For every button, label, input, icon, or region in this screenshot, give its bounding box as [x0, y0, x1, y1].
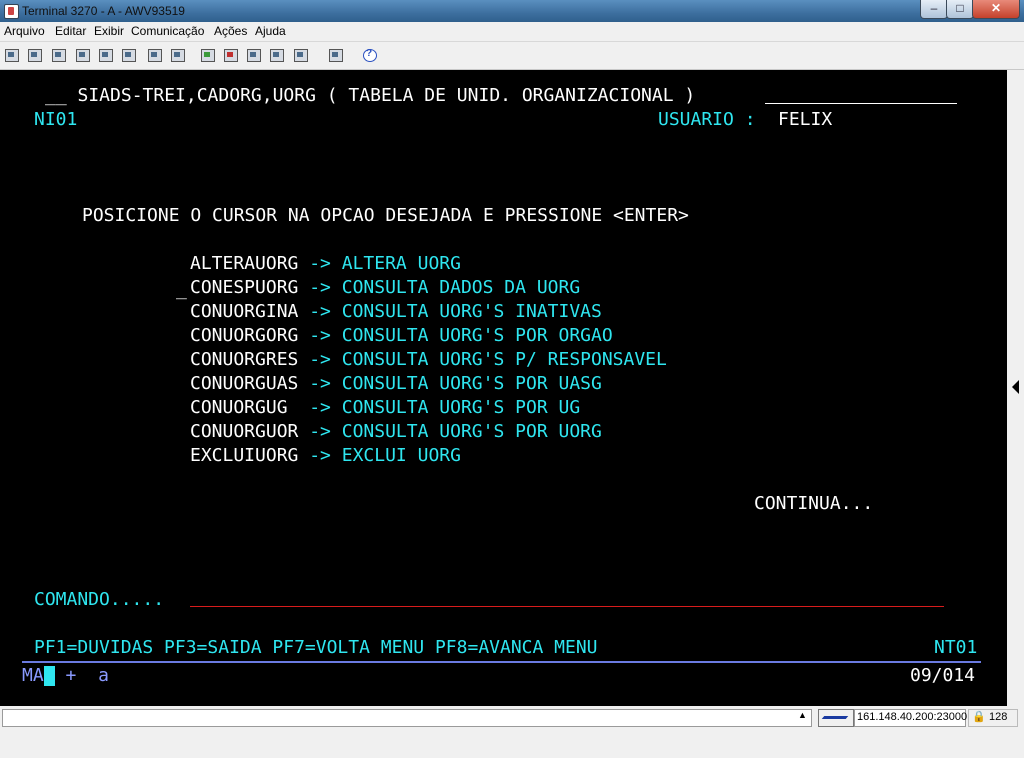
window-title: Terminal 3270 - A - AWV93519	[22, 4, 185, 18]
paste-icon[interactable]	[98, 48, 113, 62]
side-panel-toggle[interactable]	[1007, 70, 1024, 706]
option-code: CONUORGUAS	[190, 373, 299, 394]
option-desc: CONSULTA UORG'S POR UORG	[341, 421, 602, 442]
send-file-icon[interactable]	[200, 48, 215, 62]
user-value: FELIX	[778, 109, 833, 130]
option-code: ALTERAUORG	[190, 253, 299, 274]
list-item[interactable]: CONUORGUG -> CONSULTA UORG'S POR UG	[190, 398, 580, 418]
option-desc: EXCLUI UORG	[341, 445, 461, 466]
list-item[interactable]: CONESPUORG -> CONSULTA DADOS DA UORG	[190, 278, 580, 298]
copy-append-icon[interactable]	[121, 48, 136, 62]
option-code: CONUORGINA	[190, 301, 299, 322]
maximize-button[interactable]: □	[946, 0, 974, 19]
continua-text: CONTINUA...	[754, 493, 874, 514]
option-arrow: ->	[309, 253, 331, 274]
option-desc: CONSULTA UORG'S P/ RESPONSAVEL	[341, 349, 667, 370]
list-item[interactable]: ALTERAUORG -> ALTERA UORG	[190, 254, 461, 274]
list-item[interactable]: CONUORGINA -> CONSULTA UORG'S INATIVAS	[190, 302, 602, 322]
pf-keys-text: PF1=DUVIDAS PF3=SAIDA PF7=VOLTA MENU PF8…	[34, 637, 598, 658]
list-item[interactable]: CONUORGRES -> CONSULTA UORG'S P/ RESPONS…	[190, 350, 667, 370]
list-item[interactable]: CONUORGORG -> CONSULTA UORG'S POR ORGAO	[190, 326, 613, 346]
command-underline	[190, 606, 944, 607]
connection-icon	[818, 709, 854, 727]
cursor-marker: _	[176, 279, 187, 300]
option-arrow: ->	[309, 325, 331, 346]
user-label: USUARIO :	[658, 109, 756, 130]
option-code: CONUORGRES	[190, 349, 299, 370]
oia-a: a	[98, 665, 109, 686]
copy-icon[interactable]	[75, 48, 90, 62]
java-app-icon	[4, 4, 19, 19]
list-item[interactable]: CONUORGUAS -> CONSULTA UORG'S POR UASG	[190, 374, 602, 394]
toolbar	[0, 42, 1024, 70]
option-desc: CONSULTA UORG'S POR UG	[341, 397, 581, 418]
pf-code: NT01	[934, 637, 978, 658]
keypad-icon[interactable]	[170, 48, 185, 62]
host-field: 161.148.40.200:23000	[854, 709, 968, 727]
settings-icon[interactable]	[328, 48, 343, 62]
option-arrow: ->	[309, 445, 331, 466]
oia-cursor-block	[43, 666, 55, 686]
instruction-text: POSICIONE O CURSOR NA OPCAO DESEJADA E P…	[82, 205, 689, 226]
macro-play-icon[interactable]	[246, 48, 261, 62]
option-code: CONESPUORG	[190, 277, 299, 298]
macro-record-icon[interactable]	[269, 48, 284, 62]
option-desc: CONSULTA UORG'S INATIVAS	[341, 301, 602, 322]
encryption-field: 🔒 128	[968, 709, 1018, 727]
lock-icon: 🔒	[972, 711, 986, 723]
close-button[interactable]: ✕	[972, 0, 1020, 19]
option-code: EXCLUIUORG	[190, 445, 299, 466]
option-arrow: ->	[309, 373, 331, 394]
cursor-position: 09/014	[910, 665, 976, 686]
window-titlebar: Terminal 3270 - A - AWV93519 – □ ✕	[0, 0, 1024, 22]
menu-comunicacao[interactable]: Comunicação	[131, 24, 204, 38]
option-code: CONUORGUG	[190, 397, 299, 418]
option-code: CONUORGORG	[190, 325, 299, 346]
menu-exibir[interactable]: Exibir	[94, 24, 124, 38]
menu-editar[interactable]: Editar	[55, 24, 86, 38]
status-message-field	[2, 709, 812, 727]
host-address: 161.148.40.200:23000	[857, 711, 968, 723]
oia-ma: MA	[22, 665, 44, 686]
option-code: CONUORGUOR	[190, 421, 299, 442]
oia-separator	[22, 661, 981, 663]
oia-status: MA + a	[22, 666, 109, 686]
collapse-arrow-icon[interactable]	[1012, 380, 1019, 394]
help-icon[interactable]	[362, 48, 377, 62]
oia-plus: +	[65, 665, 77, 686]
screen-id: NI01	[34, 109, 78, 130]
list-item[interactable]: EXCLUIUORG -> EXCLUI UORG	[190, 446, 461, 466]
screen-header: __ SIADS-TREI,CADORG,UORG ( TABELA DE UN…	[45, 85, 696, 106]
print-screen-icon[interactable]	[4, 48, 19, 62]
option-arrow: ->	[309, 277, 331, 298]
option-desc: ALTERA UORG	[341, 253, 461, 274]
option-desc: CONSULTA UORG'S POR ORGAO	[341, 325, 613, 346]
print-setup-icon[interactable]	[27, 48, 42, 62]
option-arrow: ->	[309, 349, 331, 370]
menu-arquivo[interactable]: Arquivo	[4, 24, 45, 38]
terminal-screen[interactable]: __ SIADS-TREI,CADORG,UORG ( TABELA DE UN…	[0, 70, 1007, 706]
option-desc: CONSULTA DADOS DA UORG	[341, 277, 581, 298]
header-underline	[765, 103, 957, 104]
transfer-icon[interactable]	[51, 48, 66, 62]
menu-bar: Arquivo Editar Exibir Comunicação Ações …	[0, 22, 1024, 42]
cut-icon[interactable]	[147, 48, 162, 62]
command-label: COMANDO.....	[34, 589, 165, 610]
option-arrow: ->	[309, 301, 331, 322]
disconnect-icon[interactable]	[293, 48, 308, 62]
status-bar: ▲ 161.148.40.200:23000 🔒 128	[0, 706, 1024, 758]
encryption-level: 128	[989, 711, 1008, 723]
receive-file-icon[interactable]	[223, 48, 238, 62]
option-arrow: ->	[309, 397, 331, 418]
option-desc: CONSULTA UORG'S POR UASG	[341, 373, 602, 394]
scroll-up-icon[interactable]: ▲	[798, 710, 807, 720]
list-item[interactable]: CONUORGUOR -> CONSULTA UORG'S POR UORG	[190, 422, 602, 442]
menu-acoes[interactable]: Ações	[214, 24, 247, 38]
menu-ajuda[interactable]: Ajuda	[255, 24, 286, 38]
minimize-button[interactable]: –	[920, 0, 948, 19]
option-arrow: ->	[309, 421, 331, 442]
